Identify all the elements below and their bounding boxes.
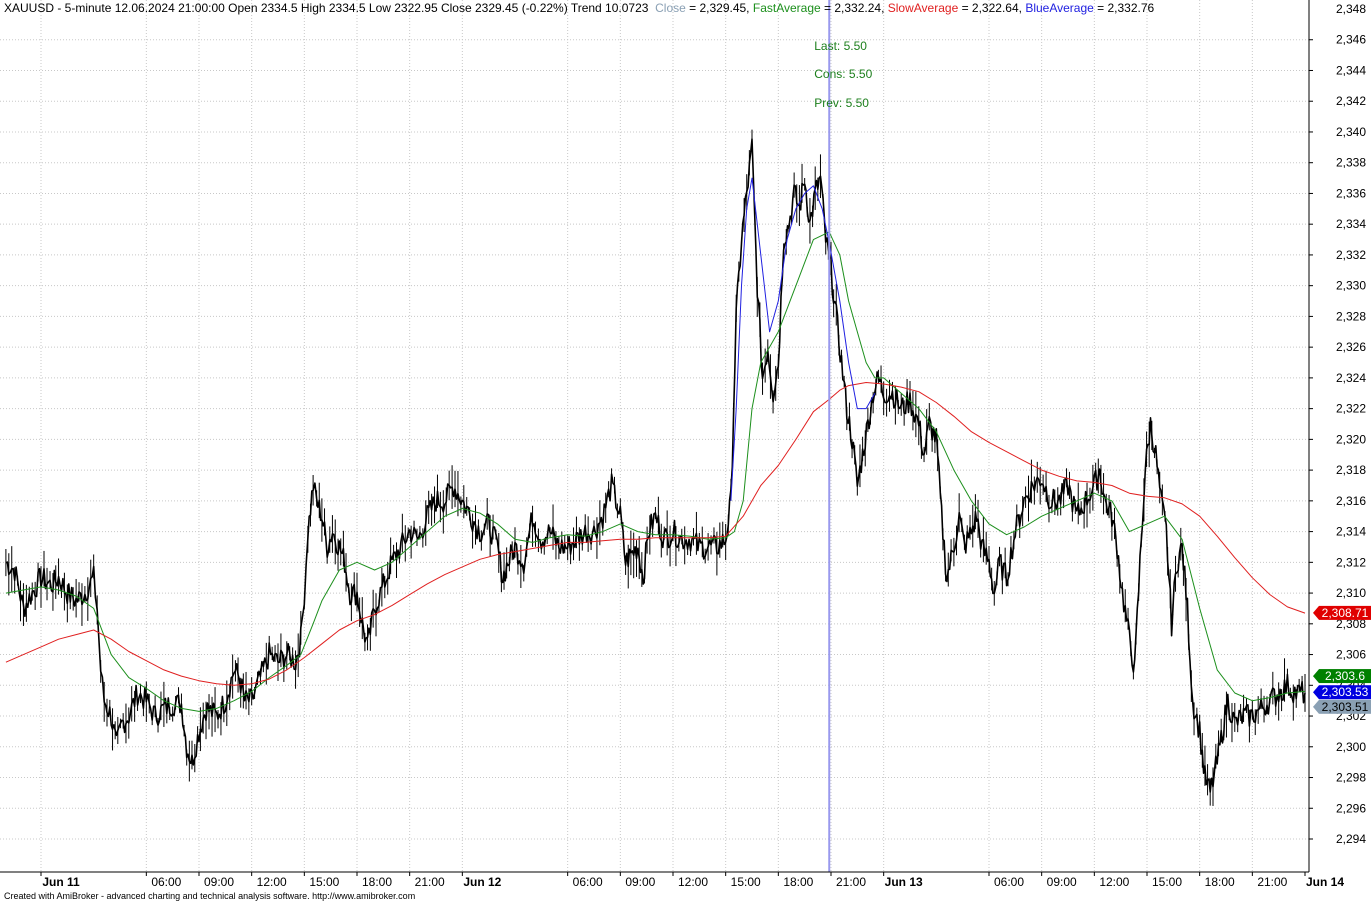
x-tick-label: 06:00	[573, 875, 603, 889]
price-label-pointer	[1313, 605, 1319, 620]
y-tick-label: 2,316	[1336, 494, 1366, 508]
cursor-prev-value: Prev: 5.50	[814, 96, 869, 110]
y-tick-label: 2,296	[1336, 801, 1366, 815]
price-label: 2,303.51	[1313, 699, 1371, 714]
x-tick-label: 18:00	[362, 875, 392, 889]
price-label: 2,308.71	[1313, 605, 1371, 620]
price-axis[interactable]: 2,2942,2962,2982,3002,3022,3042,3062,308…	[1308, 0, 1366, 872]
x-tick-label: 06:00	[994, 875, 1024, 889]
y-tick-label: 2,318	[1336, 463, 1366, 477]
y-tick-label: 2,330	[1336, 279, 1366, 293]
price-label: 2,303.53	[1313, 685, 1371, 700]
y-tick-label: 2,334	[1336, 217, 1366, 231]
chart-area[interactable]: 2,2942,2962,2982,3002,3022,3042,3062,308…	[0, 0, 1371, 903]
y-tick-label: 2,310	[1336, 586, 1366, 600]
x-tick-label: 15:00	[731, 875, 761, 889]
x-tick-label: 15:00	[1152, 875, 1182, 889]
y-tick-label: 2,300	[1336, 740, 1366, 754]
series-line-fastaverage	[5, 231, 1306, 712]
y-tick-label: 2,340	[1336, 125, 1366, 139]
y-tick-label: 2,332	[1336, 248, 1366, 262]
x-tick-label: 21:00	[415, 875, 445, 889]
cursor-last-value: Last: 5.50	[814, 39, 867, 53]
x-tick-label: 12:00	[678, 875, 708, 889]
price-label-pointer	[1313, 699, 1319, 714]
indicator-label-fastaverage: FastAverage	[752, 1, 821, 15]
x-tick-label: 21:00	[1257, 875, 1287, 889]
y-tick-label: 2,326	[1336, 340, 1366, 354]
x-tick-label: 09:00	[625, 875, 655, 889]
y-tick-label: 2,338	[1336, 156, 1366, 170]
ohlc-bars	[5, 129, 1306, 806]
x-tick-label: 09:00	[204, 875, 234, 889]
y-tick-label: 2,346	[1336, 33, 1366, 47]
series-line-slowaverage	[5, 382, 1306, 686]
price-label-pointer	[1313, 669, 1319, 684]
y-tick-label: 2,314	[1336, 525, 1366, 539]
indicator-value-blueaverage: = 2,332.76	[1093, 1, 1155, 15]
y-tick-label: 2,344	[1336, 63, 1366, 77]
x-tick-label: 15:00	[309, 875, 339, 889]
symbol-info: XAUUSD - 5-minute 12.06.2024 21:00:00 Op…	[4, 1, 649, 15]
indicator-label-close: Close	[651, 1, 686, 15]
price-label-text: 2,303.6	[1325, 669, 1365, 683]
price-label: 2,303.6	[1313, 669, 1371, 684]
series-line-close	[5, 138, 1306, 793]
x-tick-label: Jun 12	[463, 875, 501, 889]
y-tick-label: 2,328	[1336, 309, 1366, 323]
x-tick-label: 18:00	[1205, 875, 1235, 889]
y-tick-label: 2,336	[1336, 186, 1366, 200]
footer-credit: Created with AmiBroker - advanced charti…	[4, 891, 416, 901]
series-line-blueaverage	[730, 177, 876, 501]
x-tick-label: 09:00	[1047, 875, 1077, 889]
y-tick-label: 2,294	[1336, 832, 1366, 846]
cursor-cons-value: Cons: 5.50	[814, 67, 873, 81]
x-tick-label: 18:00	[783, 875, 813, 889]
time-axis[interactable]: Jun 11 06:00 09:00 12:00 15:00 18:00 21:00 Jun …	[0, 871, 1344, 889]
price-label-text: 2,303.53	[1322, 685, 1369, 699]
y-tick-label: 2,322	[1336, 402, 1366, 416]
x-tick-label: Jun 13	[885, 875, 923, 889]
price-label-text: 2,303.51	[1322, 700, 1369, 714]
y-tick-label: 2,312	[1336, 555, 1366, 569]
price-label-text: 2,308.71	[1322, 606, 1369, 620]
grid	[0, 0, 1309, 872]
x-tick-label: Jun 11	[42, 875, 80, 889]
x-tick-label: 12:00	[1099, 875, 1129, 889]
y-tick-label: 2,324	[1336, 371, 1366, 385]
x-tick-label: 12:00	[257, 875, 287, 889]
indicator-value-fastaverage: = 2,332.24,	[820, 1, 888, 15]
y-tick-label: 2,320	[1336, 432, 1366, 446]
indicator-value-slowaverage: = 2,322.64,	[958, 1, 1026, 15]
y-tick-label: 2,306	[1336, 648, 1366, 662]
y-tick-label: 2,342	[1336, 94, 1366, 108]
chart-header: XAUUSD - 5-minute 12.06.2024 21:00:00 Op…	[4, 1, 1154, 15]
price-series	[5, 129, 1306, 806]
indicator-values: Close = 2,329.45, FastAverage = 2,332.24…	[652, 1, 1154, 15]
x-tick-label: Jun 14	[1306, 875, 1344, 889]
indicator-label-slowaverage: SlowAverage	[887, 1, 959, 15]
y-tick-label: 2,348	[1336, 2, 1366, 16]
price-label-pointer	[1313, 685, 1319, 700]
y-tick-label: 2,298	[1336, 771, 1366, 785]
x-tick-label: 06:00	[151, 875, 181, 889]
indicator-value-close: = 2,329.45,	[685, 1, 753, 15]
indicator-label-blueaverage: BlueAverage	[1025, 1, 1094, 15]
x-tick-label: 21:00	[836, 875, 866, 889]
